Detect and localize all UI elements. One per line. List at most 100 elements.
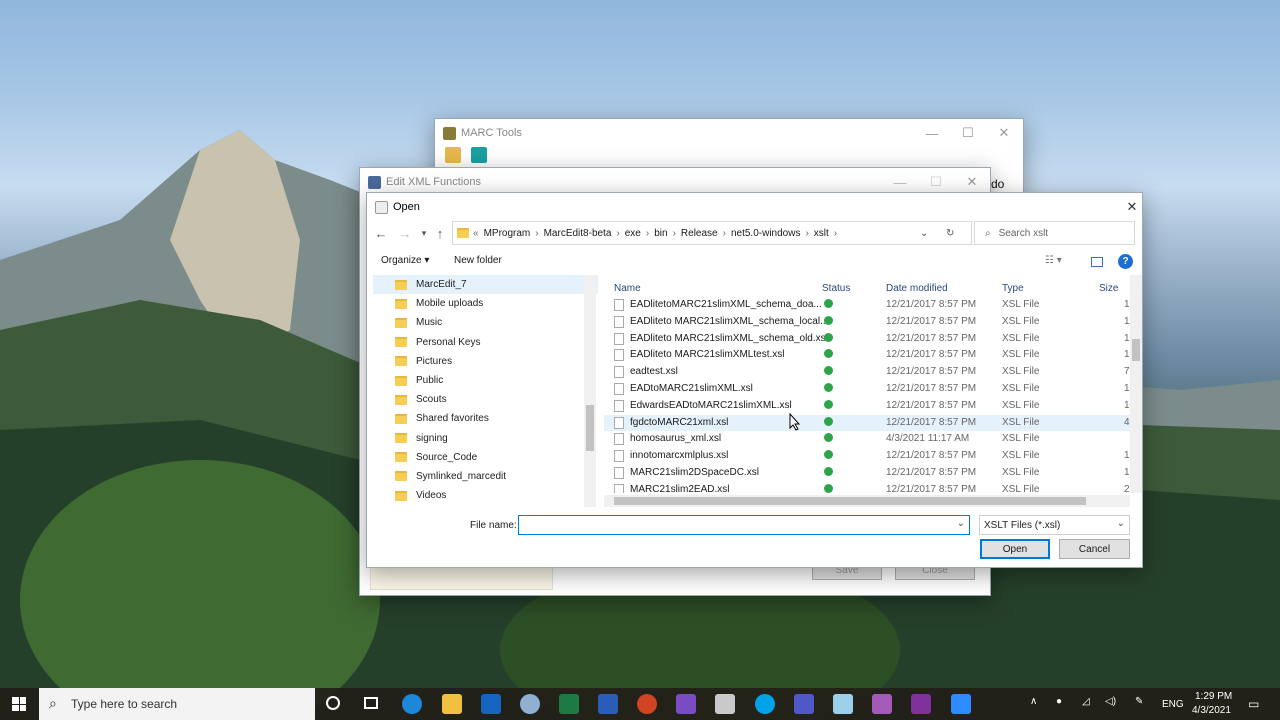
file-row[interactable]: EADtoMARC21slimXML.xsl 12/21/2017 8:57 PM… [604, 381, 1134, 398]
language-indicator[interactable]: ENG [1162, 699, 1184, 710]
file-explorer-icon[interactable] [442, 694, 462, 714]
folder-tree[interactable]: MarcEdit_7 Mobile uploads Music Personal Ke… [373, 275, 598, 507]
col-date[interactable]: Date modified [886, 283, 948, 294]
powerpoint-icon[interactable] [637, 694, 657, 714]
crumb-6[interactable]: xslt [814, 228, 829, 239]
app-globe-icon[interactable] [520, 694, 540, 714]
refresh-icon[interactable]: ↻ [946, 228, 954, 239]
xsl-file-icon [614, 467, 624, 479]
cortana-icon[interactable] [326, 696, 340, 710]
tree-item[interactable]: signing [373, 429, 598, 448]
volume-icon[interactable]: ◁) [1105, 696, 1116, 707]
col-name[interactable]: Name [614, 283, 641, 294]
file-list-hscrollbar[interactable] [604, 495, 1130, 507]
close-icon[interactable]: ✕ [986, 119, 1022, 147]
file-row[interactable]: MARC21slim2EAD.xsl 12/21/2017 8:57 PM XSL … [604, 482, 1134, 493]
notepad-icon[interactable] [833, 694, 853, 714]
visual-studio-preview-icon[interactable] [872, 694, 892, 714]
file-row[interactable]: EdwardsEADtoMARC21slimXML.xsl 12/21/2017 … [604, 398, 1135, 415]
file-list-scrollbar[interactable] [1130, 275, 1142, 493]
minimize-icon[interactable]: — [914, 119, 950, 147]
show-hidden-icons-icon[interactable]: ∧ [1030, 696, 1037, 707]
tree-scrollbar[interactable] [584, 275, 596, 507]
clock-date[interactable]: 4/3/2021 [1192, 705, 1231, 716]
maximize-icon[interactable]: ☐ [950, 119, 986, 147]
preview-pane-icon[interactable] [1091, 257, 1103, 267]
excel-icon[interactable] [559, 694, 579, 714]
teams-icon[interactable] [794, 694, 814, 714]
pen-icon[interactable]: ✎ [1135, 696, 1143, 707]
tree-item[interactable]: Mobile uploads [373, 294, 598, 313]
crumb-3[interactable]: bin [654, 228, 667, 239]
tree-item[interactable]: Source_Code [373, 448, 598, 467]
cancel-button[interactable]: Cancel [1059, 539, 1130, 559]
col-status[interactable]: Status [822, 283, 850, 294]
filename-dropdown-icon[interactable]: ⌄ [957, 518, 965, 529]
open-dialog[interactable]: Open ✕ ← → ▾ ↑ « MProgram › MarcEdit8-bet… [366, 192, 1143, 568]
search-input[interactable]: ⌕ Search xslt [974, 221, 1135, 245]
tree-item[interactable]: Personal Keys [373, 333, 598, 352]
up-arrow-icon[interactable]: ↑ [430, 223, 450, 243]
tree-item[interactable]: Pictures [373, 352, 598, 371]
open-button[interactable]: Open [980, 539, 1050, 559]
tree-item[interactable]: Symlinked_marcedit [373, 467, 598, 486]
filetype-dropdown-icon[interactable]: ⌄ [1117, 518, 1125, 529]
overflow-icon[interactable]: « [473, 228, 479, 239]
col-size[interactable]: Size [1099, 283, 1118, 294]
taskbar-search[interactable]: ⌕ Type here to search [39, 688, 315, 720]
tree-item[interactable]: Scouts [373, 390, 598, 409]
crumb-2[interactable]: exe [625, 228, 641, 239]
tree-item[interactable]: MarcEdit_7 [373, 275, 598, 295]
file-row[interactable]: innotomarcxmlplus.xsl 12/21/2017 8:57 PM X… [604, 448, 1134, 465]
file-row[interactable]: EADliteto MARC21slimXMLtest.xsl 12/21/201… [604, 347, 1135, 364]
edit-tool-icon[interactable] [445, 147, 461, 163]
file-row[interactable]: EADliteto MARC21slimXML_schema_old.xsl 12… [604, 331, 1135, 348]
microphone-icon[interactable]: ● [1056, 696, 1062, 707]
edge-icon[interactable] [402, 694, 422, 714]
file-row[interactable]: fgdctoMARC21xml.xsl 12/21/2017 8:57 PM XSL… [604, 414, 1134, 432]
address-dropdown-icon[interactable]: ⌄ [920, 228, 928, 239]
file-row[interactable]: EADlitetoMARC21slimXML_schema_doa... 12/2… [604, 297, 1135, 314]
address-bar[interactable]: « MProgram › MarcEdit8-beta › exe › bin › Re… [452, 221, 972, 245]
organize-button[interactable]: Organize ▾ [381, 255, 429, 266]
close-icon[interactable]: ✕ [1114, 193, 1150, 221]
tree-item[interactable]: Shared favorites [373, 409, 598, 428]
clock-time[interactable]: 1:29 PM [1195, 691, 1232, 702]
file-scroll-thumb[interactable] [1132, 339, 1140, 361]
skype-icon[interactable] [755, 694, 775, 714]
marcedit-icon[interactable] [715, 694, 735, 714]
crumb-1[interactable]: MarcEdit8-beta [544, 228, 612, 239]
file-row[interactable]: EADliteto MARC21slimXML_schema_local... 1… [604, 314, 1134, 331]
tree-item[interactable]: Music [373, 313, 598, 332]
notifications-icon[interactable]: ▭ [1248, 697, 1259, 711]
tree-item[interactable]: Videos [373, 486, 598, 505]
tree-item[interactable]: Public [373, 371, 598, 390]
outlook-icon[interactable] [481, 694, 501, 714]
start-windows-icon[interactable] [12, 697, 26, 711]
filename-input[interactable]: ⌄ [518, 515, 970, 535]
filetype-select[interactable]: XSLT Files (*.xsl) ⌄ [979, 515, 1130, 535]
tree-scroll-thumb[interactable] [586, 405, 594, 451]
task-view-icon[interactable] [364, 697, 378, 709]
file-list[interactable]: Name Status Date modified Type Size EADl… [604, 275, 1142, 493]
forward-arrow-icon[interactable]: → [395, 223, 415, 243]
onenote-icon[interactable] [911, 694, 931, 714]
network-icon[interactable]: ◿ [1082, 696, 1090, 707]
word-icon[interactable] [598, 694, 618, 714]
col-type[interactable]: Type [1002, 283, 1024, 294]
file-hscroll-thumb[interactable] [614, 497, 1086, 505]
visual-studio-icon[interactable] [676, 694, 696, 714]
help-icon[interactable]: ? [1118, 254, 1133, 269]
marc-tools-dropdown[interactable]: do [991, 177, 1004, 191]
back-arrow-icon[interactable]: ← [371, 223, 391, 243]
crumb-5[interactable]: net5.0-windows [731, 228, 800, 239]
file-row[interactable]: MARC21slim2DSpaceDC.xsl 12/21/2017 8:57 P… [604, 465, 1134, 482]
file-row[interactable]: homosaurus_xml.xsl 4/3/2021 11:17 AM XSL F… [604, 431, 1134, 448]
file-row[interactable]: eadtest.xsl 12/21/2017 8:57 PM XSL File 7 [604, 364, 1134, 381]
view-options-icon[interactable]: ☷ ▾ [1045, 255, 1062, 266]
zoom-icon[interactable] [951, 694, 971, 714]
crumb-4[interactable]: Release [681, 228, 718, 239]
new-folder-button[interactable]: New folder [454, 255, 502, 266]
settings-icon[interactable] [471, 147, 487, 163]
crumb-0[interactable]: MProgram [484, 228, 531, 239]
